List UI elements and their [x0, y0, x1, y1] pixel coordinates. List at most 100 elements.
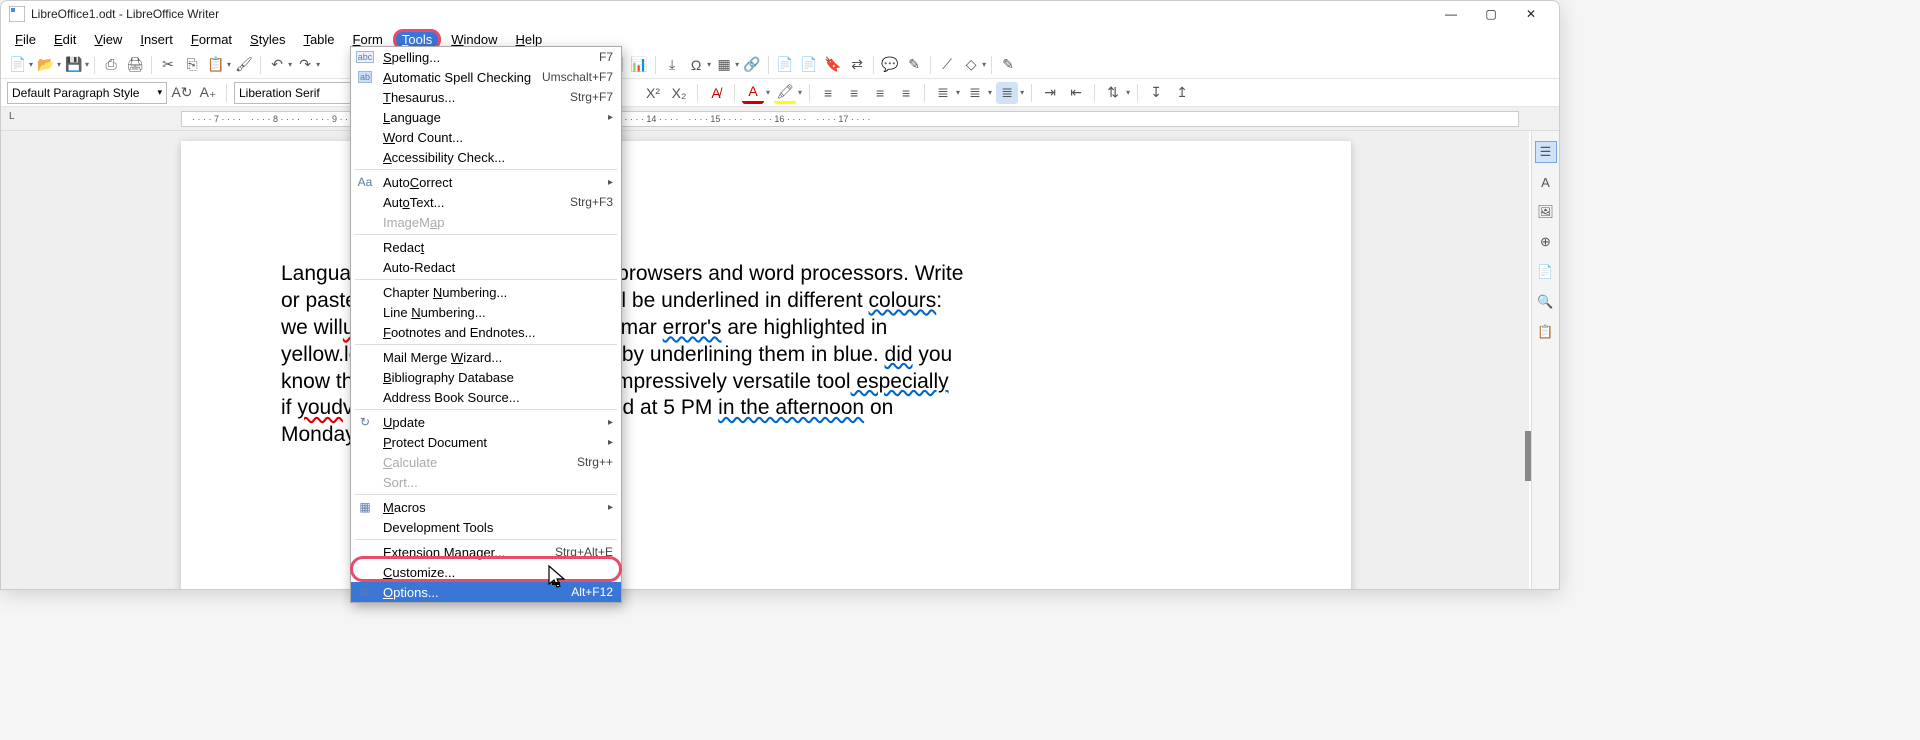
menu-file[interactable]: File — [7, 30, 44, 49]
superscript-icon[interactable]: X² — [642, 82, 664, 104]
sidebar-inspect-icon[interactable]: 🔍 — [1535, 291, 1557, 313]
subscript-icon[interactable]: X₂ — [668, 82, 690, 104]
update-style-icon[interactable]: A↻ — [171, 82, 193, 104]
insert-special-char-icon[interactable]: Ω — [685, 54, 707, 76]
redo-icon[interactable]: ↷ — [294, 54, 316, 76]
number-list-icon[interactable]: ≣ — [964, 82, 986, 104]
line-spacing-icon[interactable]: ⇅ — [1102, 82, 1124, 104]
bullet-list-icon[interactable]: ≣ — [932, 82, 954, 104]
tools-menu-mail-merge-wizard[interactable]: Mail Merge Wizard... — [351, 347, 621, 367]
decrease-indent-icon[interactable]: ⇤ — [1065, 82, 1087, 104]
insert-field-icon[interactable]: ▦ — [713, 54, 735, 76]
decrease-para-icon[interactable]: ↥ — [1171, 82, 1193, 104]
insert-endnote-icon[interactable]: 📄 — [798, 54, 820, 76]
highlight-icon[interactable]: 🖍 — [774, 82, 796, 104]
tools-menu-customize[interactable]: Customize... — [351, 562, 621, 582]
tools-menu-autotext[interactable]: AutoText...Strg+F3 — [351, 192, 621, 212]
tools-menu-bibliography-database[interactable]: Bibliography Database — [351, 367, 621, 387]
track-changes-icon[interactable]: ✎ — [903, 54, 925, 76]
clone-format-icon[interactable]: 🖌 — [233, 54, 255, 76]
blank-icon — [355, 304, 375, 320]
Aa-icon: Aa — [355, 174, 375, 190]
clear-format-icon[interactable]: A̸ — [705, 82, 727, 104]
align-right-icon[interactable]: ≡ — [869, 82, 891, 104]
basic-shapes-icon[interactable]: ◇ — [960, 54, 982, 76]
new-style-icon[interactable]: A₊ — [197, 82, 219, 104]
font-name-combo[interactable]: Liberation Serif — [234, 82, 354, 104]
blank-icon — [355, 564, 375, 580]
menu-view[interactable]: View — [86, 30, 130, 49]
submenu-arrow-icon: ▸ — [608, 437, 613, 448]
insert-comment-icon[interactable]: 💬 — [879, 54, 901, 76]
blank-icon — [355, 389, 375, 405]
print-icon[interactable]: 🖨 — [124, 54, 146, 76]
tools-menu-thesaurus[interactable]: Thesaurus...Strg+F7 — [351, 87, 621, 107]
tools-menu-auto-redact[interactable]: Auto-Redact — [351, 257, 621, 277]
blank-icon — [355, 474, 375, 490]
sidebar-gallery-icon[interactable]: 🖼 — [1535, 201, 1557, 223]
tools-menu-protect-document[interactable]: Protect Document▸ — [351, 432, 621, 452]
menu-insert[interactable]: Insert — [132, 30, 181, 49]
paste-icon[interactable]: 📋 — [205, 54, 227, 76]
sidebar-navigator-icon[interactable]: ⊕ — [1535, 231, 1557, 253]
tools-menu-macros[interactable]: ▦Macros▸ — [351, 497, 621, 517]
tools-menu-footnotes-and-endnotes[interactable]: Footnotes and Endnotes... — [351, 322, 621, 342]
▦-icon: ▦ — [355, 499, 375, 515]
insert-line-icon[interactable]: ⟋ — [936, 54, 958, 76]
sidebar-manage-icon[interactable]: 📋 — [1535, 321, 1557, 343]
blank-icon — [355, 89, 375, 105]
undo-icon[interactable]: ↶ — [266, 54, 288, 76]
export-pdf-icon[interactable]: ⎙ — [100, 54, 122, 76]
menu-table[interactable]: Table — [295, 30, 342, 49]
insert-chart-icon[interactable]: 📊 — [628, 54, 650, 76]
insert-page-break-icon[interactable]: ⤓ — [661, 54, 683, 76]
insert-bookmark-icon[interactable]: 🔖 — [822, 54, 844, 76]
abc2-icon: ab — [355, 69, 375, 85]
new-icon[interactable]: 📄 — [7, 54, 29, 76]
save-icon[interactable]: 💾 — [63, 54, 85, 76]
tools-menu-options[interactable]: ⚙Options...Alt+F12 — [351, 582, 621, 602]
copy-icon[interactable]: ⎘ — [181, 54, 203, 76]
tools-menu-spelling[interactable]: abcSpelling...F7 — [351, 47, 621, 67]
tools-menu-update[interactable]: ↻Update▸ — [351, 412, 621, 432]
tools-menu-redact[interactable]: Redact — [351, 237, 621, 257]
tools-menu-accessibility-check[interactable]: Accessibility Check... — [351, 147, 621, 167]
paragraph-style-combo[interactable]: Default Paragraph Style▾ — [7, 82, 167, 104]
app-window: LibreOffice1.odt - LibreOffice Writer — … — [0, 0, 1560, 590]
menu-edit[interactable]: Edit — [46, 30, 84, 49]
tools-menu-word-count[interactable]: Word Count... — [351, 127, 621, 147]
open-icon[interactable]: 📂 — [35, 54, 57, 76]
increase-para-icon[interactable]: ↧ — [1145, 82, 1167, 104]
cut-icon[interactable]: ✂ — [157, 54, 179, 76]
menu-format[interactable]: Format — [183, 30, 240, 49]
outline-list-icon[interactable]: ≣ — [996, 82, 1018, 104]
align-center-icon[interactable]: ≡ — [843, 82, 865, 104]
tools-menu-development-tools[interactable]: Development Tools — [351, 517, 621, 537]
menu-styles[interactable]: Styles — [242, 30, 293, 49]
tools-menu-automatic-spell-checking[interactable]: abAutomatic Spell CheckingUmschalt+F7 — [351, 67, 621, 87]
font-color-icon[interactable]: A — [742, 82, 764, 104]
insert-hyperlink-icon[interactable]: 🔗 — [741, 54, 763, 76]
tools-menu-language[interactable]: Language▸ — [351, 107, 621, 127]
tools-menu-chapter-numbering[interactable]: Chapter Numbering... — [351, 282, 621, 302]
show-draw-icon[interactable]: ✎ — [997, 54, 1019, 76]
sidebar-styles-icon[interactable]: A — [1535, 171, 1557, 193]
maximize-button[interactable]: ▢ — [1471, 1, 1511, 27]
minimize-button[interactable]: — — [1431, 1, 1471, 27]
increase-indent-icon[interactable]: ⇥ — [1039, 82, 1061, 104]
sidebar-collapse-handle[interactable] — [1525, 431, 1531, 481]
blank-icon — [355, 434, 375, 450]
abc-icon: abc — [355, 49, 375, 65]
sidebar-properties-icon[interactable]: ☰ — [1535, 141, 1557, 163]
tools-menu-extension-manager[interactable]: Extension Manager...Strg+Alt+E — [351, 542, 621, 562]
close-button[interactable]: ✕ — [1511, 1, 1551, 27]
sidebar-page-icon[interactable]: 📄 — [1535, 261, 1557, 283]
tools-menu-address-book-source[interactable]: Address Book Source... — [351, 387, 621, 407]
tools-menu-autocorrect[interactable]: AaAutoCorrect▸ — [351, 172, 621, 192]
tools-menu-line-numbering[interactable]: Line Numbering... — [351, 302, 621, 322]
align-justify-icon[interactable]: ≡ — [895, 82, 917, 104]
insert-cross-ref-icon[interactable]: ⇄ — [846, 54, 868, 76]
insert-footnote-icon[interactable]: 📄 — [774, 54, 796, 76]
align-left-icon[interactable]: ≡ — [817, 82, 839, 104]
sidebar: ☰ A 🖼 ⊕ 📄 🔍 📋 — [1531, 131, 1559, 589]
